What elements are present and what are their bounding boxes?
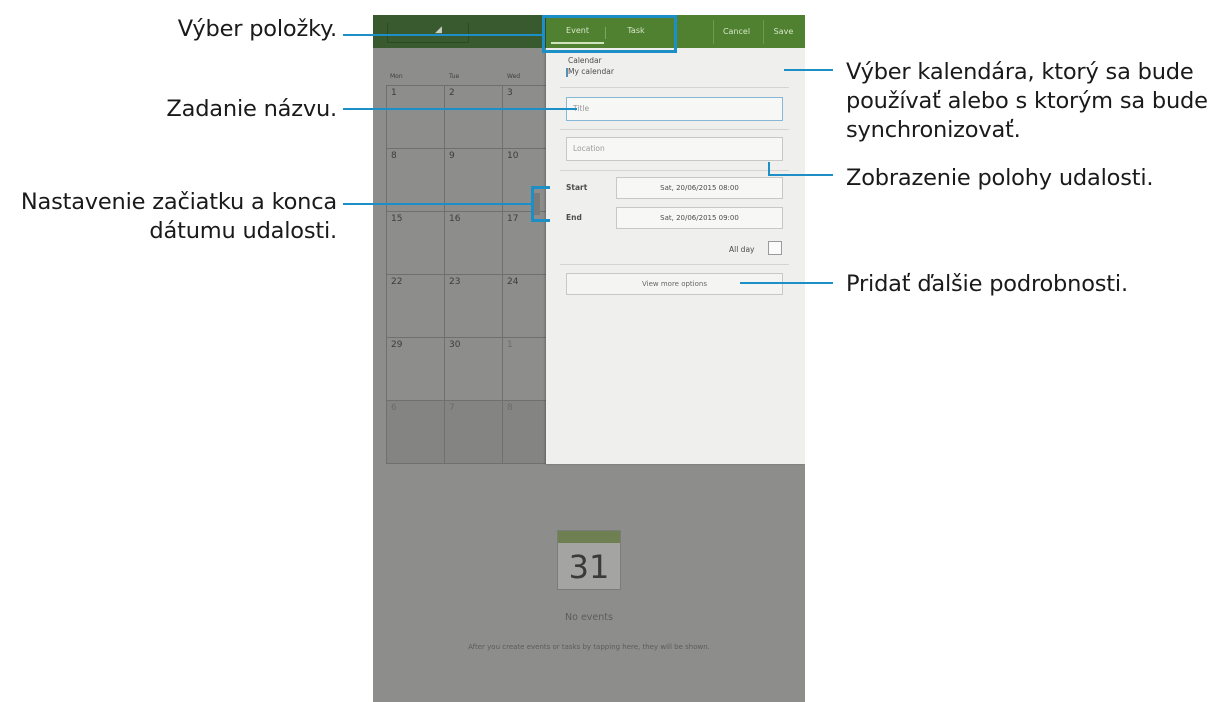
day-number: 1 (507, 340, 513, 350)
leader-line-enter-title (343, 108, 577, 110)
day-number: 2 (449, 88, 455, 98)
leader-line-select-calendar (784, 69, 833, 71)
calendar-label: Calendar (568, 56, 602, 65)
day-cell[interactable]: 6 (386, 401, 444, 464)
day-number: 3 (507, 88, 513, 98)
start-label: Start (566, 183, 588, 192)
day-number: 16 (449, 214, 461, 224)
day-number: 8 (391, 151, 397, 161)
day-number: 17 (507, 214, 519, 224)
day-cell[interactable]: 1 (386, 86, 444, 149)
divider (560, 129, 789, 130)
tab-highlight-bracket (542, 15, 677, 53)
day-cell[interactable]: 15 (386, 212, 444, 275)
day-cell[interactable]: 16 (444, 212, 502, 275)
day-cell[interactable]: 7 (444, 401, 502, 464)
day-cell[interactable]: 29 (386, 338, 444, 401)
day-number: 10 (507, 151, 519, 161)
day-cell[interactable]: 22 (386, 275, 444, 338)
day-number: 8 (507, 403, 513, 413)
day-number: 24 (507, 277, 519, 287)
day-number: 15 (391, 214, 403, 224)
save-button[interactable]: Save (763, 20, 803, 44)
empty-hint-text[interactable]: After you create events or tasks by tapp… (373, 643, 805, 651)
leader-line-add-details (740, 282, 833, 284)
month-selector[interactable] (387, 23, 469, 43)
day-number: 7 (449, 403, 455, 413)
annotation-select-calendar-line1: Výber kalendára, ktorý sa bude (846, 59, 1194, 85)
calendar-screen: ◢ Mon Tue Wed 1 2 3 8 9 10 15 16 17 22 2… (373, 15, 805, 702)
day-number: 22 (391, 277, 403, 287)
end-datetime-field[interactable]: Sat, 20/06/2015 09:00 (616, 207, 783, 229)
day-cell[interactable]: 2 (444, 86, 502, 149)
annotation-show-location: Zobrazenie polohy udalosti. (846, 165, 1154, 191)
title-input[interactable]: Title (566, 97, 783, 121)
event-dialog: Event Task Cancel Save Calendar My calen… (534, 15, 805, 464)
calendar-day-number: 31 (568, 548, 610, 586)
day-number: 30 (449, 340, 461, 350)
leader-line-item-selection (343, 34, 542, 36)
weekday-label: Mon (390, 73, 403, 80)
annotation-item-selection: Výber položky. (177, 16, 337, 42)
calendar-day-icon: 31 (557, 530, 621, 590)
date-range-bracket (531, 186, 550, 222)
annotation-select-calendar-line3: synchronizovať. (846, 117, 1021, 143)
divider (560, 87, 789, 88)
divider (560, 264, 789, 265)
end-label: End (566, 213, 582, 222)
calendar-selector[interactable]: My calendar (568, 67, 614, 76)
no-events-text: No events (565, 612, 613, 623)
start-datetime-field[interactable]: Sat, 20/06/2015 08:00 (616, 177, 783, 199)
all-day-checkbox[interactable] (768, 241, 782, 255)
calendar-icon-header (558, 531, 620, 543)
leader-line-start-end (343, 203, 532, 205)
view-more-options-button[interactable]: View more options (566, 273, 783, 295)
location-input[interactable]: Location (566, 137, 783, 161)
all-day-label: All day (729, 245, 755, 254)
annotation-set-start-end: Nastavenie začiatku a konca dátumu udalo… (0, 188, 337, 246)
annotation-select-calendar-line2: používať alebo s ktorým sa bude (846, 88, 1208, 114)
annotation-select-calendar: Výber kalendára, ktorý sa bude používať … (846, 58, 1225, 145)
day-cell[interactable]: 23 (444, 275, 502, 338)
cancel-button[interactable]: Cancel (713, 20, 759, 44)
annotation-set-start-end-line1: Nastavenie začiatku a konca (20, 189, 337, 215)
annotation-set-start-end-line2: dátumu udalosti. (149, 218, 337, 244)
day-cell[interactable]: 30 (444, 338, 502, 401)
annotation-enter-title: Zadanie názvu. (166, 96, 337, 122)
weekday-label: Wed (507, 73, 521, 80)
day-number: 1 (391, 88, 397, 98)
day-number: 9 (449, 151, 455, 161)
divider (560, 170, 789, 171)
day-number: 23 (449, 277, 461, 287)
weekday-label: Tue (449, 73, 460, 80)
annotation-add-details: Pridať ďalšie podrobnosti. (846, 271, 1128, 297)
day-number: 29 (391, 340, 403, 350)
day-number: 6 (391, 403, 397, 413)
leader-line-location (768, 174, 833, 176)
